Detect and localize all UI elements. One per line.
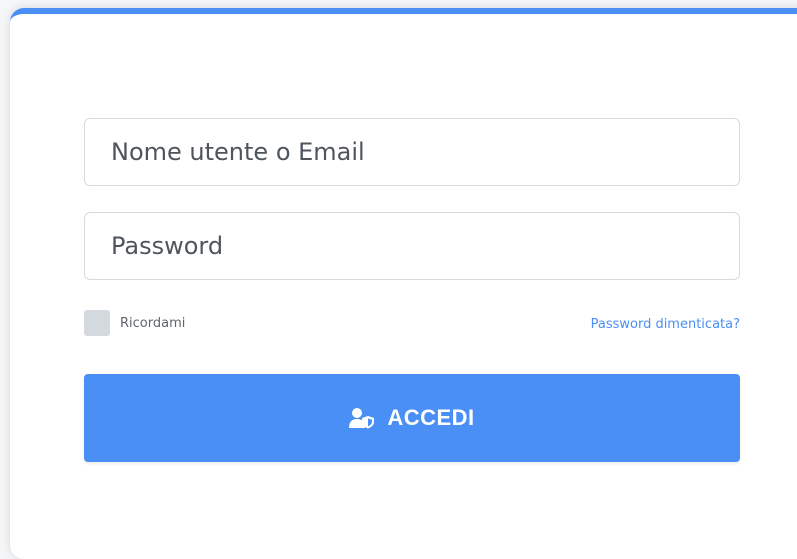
username-field[interactable] (84, 118, 740, 186)
login-card: Ricordami Password dimenticata? ACCEDI (10, 8, 797, 559)
remember-me[interactable]: Ricordami (84, 310, 185, 336)
login-button[interactable]: ACCEDI (84, 374, 740, 462)
password-field[interactable] (84, 212, 740, 280)
forgot-password-link[interactable]: Password dimenticata? (591, 317, 740, 332)
user-shield-icon (349, 407, 375, 429)
login-button-label: ACCEDI (387, 405, 475, 430)
remember-checkbox[interactable] (84, 310, 110, 336)
remember-label: Ricordami (120, 315, 186, 331)
